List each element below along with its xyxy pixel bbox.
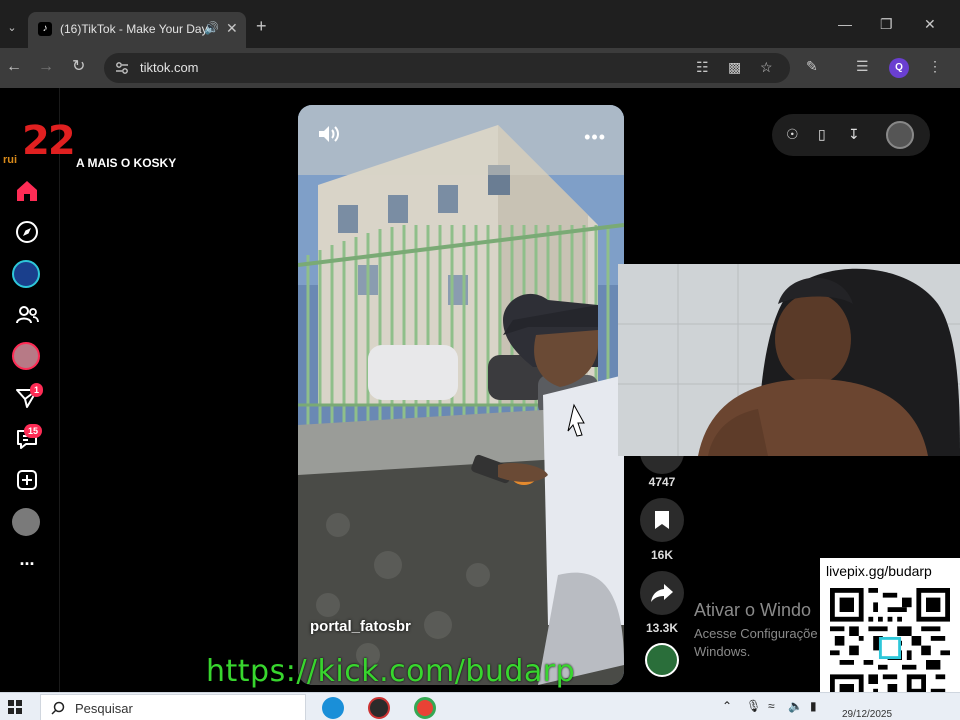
volume-tray-icon[interactable]: 🔈 bbox=[788, 699, 803, 713]
webcam-frame bbox=[618, 264, 960, 456]
video-author[interactable]: portal_fatosbr bbox=[310, 618, 411, 635]
download-icon[interactable]: ↧ bbox=[848, 126, 860, 143]
translate-icon[interactable]: ☷ bbox=[696, 59, 709, 76]
share-button[interactable] bbox=[640, 571, 684, 615]
qr-label: livepix.gg/budarp bbox=[826, 563, 932, 579]
live-avatar[interactable] bbox=[12, 260, 40, 288]
header-actions: ☉ ▯ ↧ bbox=[772, 114, 930, 156]
comments-count: 4747 bbox=[648, 475, 676, 489]
taskbar-clock[interactable]: 29/12/2025 bbox=[842, 709, 892, 720]
qr-code-icon bbox=[830, 588, 950, 708]
explore-icon[interactable] bbox=[14, 219, 40, 245]
video-player[interactable]: ••• portal_fatosbr bbox=[298, 105, 624, 685]
tab-close-icon[interactable]: ✕ bbox=[226, 20, 238, 37]
tab-title: (16)TikTok - Make Your Day bbox=[60, 22, 208, 36]
address-bar[interactable]: tiktok.com ☷ ▩ ☆ bbox=[104, 53, 790, 83]
chrome-app-icon[interactable] bbox=[414, 697, 436, 719]
webcam-overlay bbox=[618, 264, 960, 456]
shares-count: 13.3K bbox=[645, 621, 679, 635]
taskbar-search-box[interactable]: Pesquisar bbox=[40, 694, 306, 720]
home-icon[interactable] bbox=[14, 178, 40, 204]
messages-badge: 1 bbox=[30, 383, 44, 397]
profile-avatar-icon[interactable]: Q bbox=[889, 58, 909, 78]
activate-windows-line1: Acesse Configuraçõe bbox=[694, 626, 818, 641]
reload-icon[interactable]: ↻ bbox=[72, 57, 85, 77]
chrome-menu-icon[interactable]: ⋮ bbox=[928, 58, 942, 75]
save-button[interactable] bbox=[640, 498, 684, 542]
extensions-icon[interactable]: ✎ bbox=[806, 58, 818, 75]
windows-taskbar: Pesquisar ⌃ 🎙 ≈ 🔈 ▮ 29/12/2025 bbox=[0, 692, 960, 720]
stream-logo-text: rui bbox=[3, 154, 18, 166]
tiktok-favicon-icon: ♪ bbox=[38, 22, 52, 36]
more-icon[interactable]: ... bbox=[14, 550, 40, 576]
window-titlebar bbox=[0, 0, 960, 8]
obs-app-icon[interactable] bbox=[368, 697, 390, 719]
activate-windows-title: Ativar o Windo bbox=[694, 600, 812, 620]
taskbar-search-placeholder: Pesquisar bbox=[75, 701, 133, 716]
tab-search-chevron-icon[interactable]: ⌄ bbox=[0, 10, 24, 44]
site-info-icon[interactable] bbox=[114, 60, 130, 76]
edge-app-icon[interactable] bbox=[322, 697, 344, 719]
tiktok-coin-icon[interactable]: ☉ bbox=[786, 126, 799, 143]
upload-icon[interactable] bbox=[14, 467, 40, 493]
activate-windows-text: Acesse Configuraçõe Windows. bbox=[694, 625, 818, 661]
wifi-icon[interactable]: ≈ bbox=[768, 699, 775, 713]
window-close-button[interactable]: ✕ bbox=[924, 16, 936, 33]
browser-tab-tiktok[interactable]: ♪ (16)TikTok - Make Your Day 🔊 ✕ bbox=[28, 12, 246, 48]
bookmark-star-icon[interactable]: ☆ bbox=[760, 59, 773, 76]
get-app-icon[interactable]: ▯ bbox=[818, 126, 826, 143]
tab-audio-icon[interactable]: 🔊 bbox=[204, 21, 219, 35]
share-arrow-icon bbox=[651, 584, 673, 602]
video-frame bbox=[298, 105, 624, 685]
media-controls-icon[interactable]: ☰ bbox=[856, 58, 869, 75]
tiktok-sidebar: 1 15 ... bbox=[0, 88, 60, 692]
profile-avatar[interactable] bbox=[12, 508, 40, 536]
minimize-button[interactable]: — bbox=[838, 16, 852, 32]
activate-windows-line2: Windows. bbox=[694, 644, 751, 659]
battery-icon[interactable]: ▮ bbox=[810, 699, 817, 713]
music-disc-icon[interactable] bbox=[645, 643, 679, 677]
kick-url-overlay: https://kick.com/budarp bbox=[206, 654, 576, 689]
back-arrow-icon[interactable]: ← bbox=[6, 57, 22, 77]
following-icon[interactable] bbox=[14, 302, 40, 328]
restore-button[interactable]: ❐ bbox=[880, 16, 893, 33]
stream-logo-number: 22 bbox=[22, 118, 76, 164]
volume-icon[interactable] bbox=[316, 123, 340, 150]
user-avatar[interactable] bbox=[886, 121, 914, 149]
search-icon bbox=[51, 701, 65, 715]
bookmark-icon bbox=[655, 511, 669, 529]
url-text: tiktok.com bbox=[140, 60, 199, 75]
tray-chevron-icon[interactable]: ⌃ bbox=[722, 699, 732, 713]
microphone-icon[interactable]: 🎙 bbox=[746, 699, 761, 713]
forward-arrow-icon[interactable]: → bbox=[38, 57, 54, 77]
stream-banner-text: A MAIS O KOSKY bbox=[76, 156, 177, 170]
browser-toolbar: ← → ↻ tiktok.com ☷ ▩ ☆ ✎ ☰ Q ⋮ bbox=[0, 48, 960, 88]
friend-avatar[interactable] bbox=[12, 342, 40, 370]
install-app-icon[interactable]: ▩ bbox=[728, 59, 741, 76]
tiktok-page: 1 15 ... 22 rui A MAIS O KOSKY ••• porta… bbox=[0, 88, 960, 692]
windows-start-icon[interactable] bbox=[8, 700, 22, 714]
saves-count: 16K bbox=[650, 548, 673, 562]
new-tab-button[interactable]: + bbox=[256, 16, 267, 36]
video-more-icon[interactable]: ••• bbox=[584, 127, 606, 148]
inbox-badge: 15 bbox=[24, 424, 43, 438]
